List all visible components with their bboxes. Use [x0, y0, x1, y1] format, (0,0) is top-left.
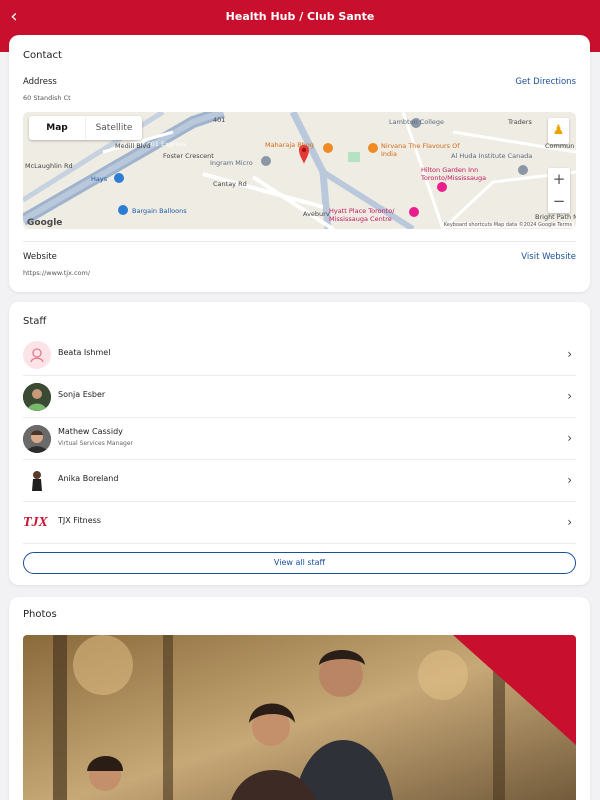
avatar: TJX [23, 509, 51, 537]
zoom-out-button[interactable]: − [548, 190, 570, 212]
staff-photo [23, 467, 51, 495]
chevron-right-icon: › [567, 347, 572, 361]
map-place-label: Foster Crescent [163, 152, 214, 160]
website-value: https://www.tjx.com/ [23, 269, 91, 277]
staff-name: TJX Fitness [58, 516, 101, 525]
staff-row[interactable]: Beata Ishmel › [23, 334, 576, 376]
map-place-label: Aveburv [303, 210, 330, 218]
staff-name: Mathew Cassidy [58, 427, 123, 436]
staff-heading: Staff [23, 316, 47, 327]
tjx-logo: TJX [23, 515, 48, 530]
map-place-label: Cantay Rd [213, 180, 247, 188]
avatar [23, 425, 51, 453]
map-type-satellite-button[interactable]: Satellite [85, 116, 142, 140]
map-place-label: Maharaja Bhog [265, 141, 314, 149]
map-attribution[interactable]: Keyboard shortcuts Map data ©2024 Google… [441, 222, 574, 228]
map-place-label: Lambton College [389, 118, 445, 126]
staff-name: Beata Ishmel [58, 348, 111, 357]
staff-role: Virtual Services Manager [58, 440, 134, 447]
address-value: 60 Standish Ct [23, 94, 71, 102]
page-title: Health Hub / Club Sante [225, 10, 375, 23]
map-place-label: Hilton Garden Inn Toronto/Mississauga [421, 166, 487, 182]
staff-name: Anika Boreland [58, 474, 119, 483]
contact-card: Contact Address 60 Standish Ct Get Direc… [9, 35, 590, 292]
map-type-map-button[interactable]: Map [29, 116, 85, 140]
staff-photo [23, 383, 51, 411]
staff-card: Staff Beata Ishmel › Sonja Esber › Mathe… [9, 302, 590, 585]
view-all-staff-button[interactable]: View all staff [23, 552, 576, 574]
map-place-label: Al Huda Institute Canada [451, 152, 533, 160]
family-photo-image [23, 635, 576, 800]
staff-row[interactable]: Mathew Cassidy Virtual Services Manager … [23, 418, 576, 460]
contact-divider [23, 241, 576, 242]
map-place-label: Traders [508, 118, 532, 126]
avatar [23, 467, 51, 495]
chevron-right-icon: › [567, 473, 572, 487]
map-place-label: Ingram Micro [210, 159, 253, 167]
staff-name: Sonja Esber [58, 390, 106, 399]
map-place-label: 401 [213, 116, 226, 124]
map-place-label: McLaughlin Rd [25, 162, 73, 170]
map-type-toggle: Map Satellite [29, 116, 142, 140]
staff-row[interactable]: Sonja Esber › [23, 376, 576, 418]
avatar [23, 341, 51, 369]
staff-row[interactable]: TJX TJX Fitness › [23, 502, 576, 544]
chevron-right-icon: › [567, 431, 572, 445]
staff-row[interactable]: Anika Boreland › [23, 460, 576, 502]
chevron-right-icon: › [567, 515, 572, 529]
visit-website-link[interactable]: Visit Website [521, 252, 576, 262]
map-place-label: Nirvana The Flavours Of India [381, 142, 460, 158]
map-place-label: Bargain Balloons [132, 207, 187, 215]
website-label: Website [23, 252, 57, 262]
map-place-label: Hyatt Place Toronto/ Mississauga Centre [329, 207, 395, 223]
zoom-in-button[interactable]: + [548, 168, 570, 190]
map-place-label: Medill Blvd [115, 142, 151, 150]
map-place-label: Bright Path M [535, 213, 576, 221]
get-directions-link[interactable]: Get Directions [515, 77, 576, 87]
address-label: Address [23, 77, 57, 87]
street-view-pegman-icon[interactable]: ♟ [548, 118, 569, 144]
gallery-photo[interactable] [23, 635, 576, 800]
photos-heading: Photos [23, 609, 57, 620]
user-placeholder-icon [30, 348, 44, 363]
staff-photo [23, 425, 51, 453]
map-place-label: Hays [91, 175, 108, 183]
google-logo: Google [27, 218, 63, 228]
map-zoom-controls: + − [548, 168, 570, 213]
chevron-right-icon: › [567, 389, 572, 403]
avatar [23, 383, 51, 411]
photos-card: Photos [9, 597, 590, 800]
map-view[interactable]: Lambton College Nirvana The Flavours Of … [23, 112, 576, 229]
contact-heading: Contact [23, 50, 62, 61]
